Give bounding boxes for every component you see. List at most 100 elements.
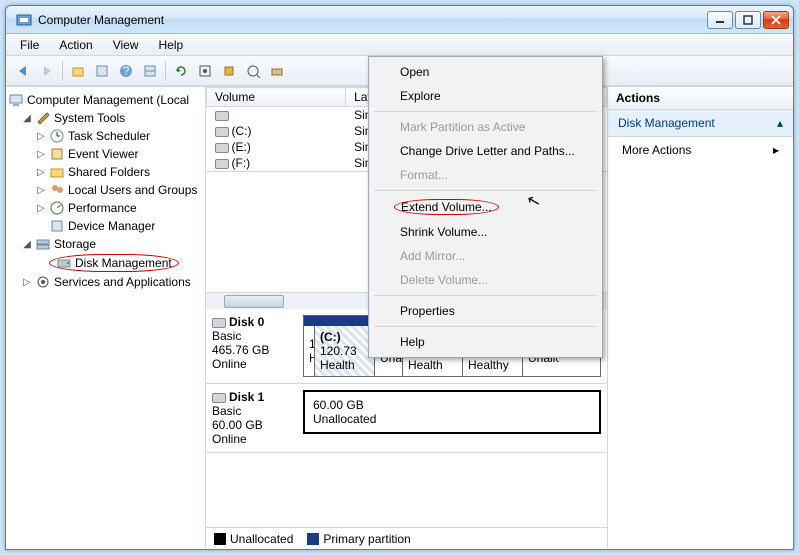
- cm-delete-volume: Delete Volume...: [372, 268, 599, 292]
- actions-pane: Actions Disk Management ▴ More Actions ▸: [608, 87, 793, 549]
- legend: Unallocated Primary partition: [206, 527, 607, 549]
- partition[interactable]: 60.00 GBUnallocated: [303, 390, 601, 434]
- collapse-icon: ▴: [777, 116, 783, 130]
- titlebar: Computer Management: [6, 6, 793, 34]
- menu-help[interactable]: Help: [151, 36, 192, 54]
- tree-local-users[interactable]: ▷ Local Users and Groups: [36, 181, 203, 199]
- settings-button[interactable]: [194, 60, 216, 82]
- actions-header: Actions: [608, 87, 793, 110]
- menu-action[interactable]: Action: [51, 36, 100, 54]
- toolbar-separator: [62, 61, 63, 81]
- cm-help[interactable]: Help: [372, 330, 599, 354]
- cm-shrink-volume[interactable]: Shrink Volume...: [372, 220, 599, 244]
- storage-icon: [35, 236, 51, 252]
- tree-label: Computer Management (Local: [27, 93, 189, 107]
- col-volume[interactable]: Volume: [207, 88, 346, 107]
- tree-performance[interactable]: ▷Performance: [36, 199, 203, 217]
- menu-file[interactable]: File: [12, 36, 47, 54]
- menu-separator: [374, 295, 597, 296]
- menu-separator: [374, 326, 597, 327]
- partition[interactable]: 1H: [304, 326, 315, 376]
- tree-label: Task Scheduler: [68, 129, 150, 143]
- disk-info: Disk 0 Basic465.76 GBOnline: [212, 315, 297, 377]
- tree-label: Event Viewer: [68, 147, 138, 161]
- services-icon: [35, 274, 51, 290]
- tree-device-manager[interactable]: Device Manager: [36, 217, 203, 235]
- action-button-2[interactable]: [242, 60, 264, 82]
- cm-properties[interactable]: Properties: [372, 299, 599, 323]
- tree-disk-management[interactable]: Disk Management: [36, 253, 203, 273]
- highlight-marker: Disk Management: [49, 254, 179, 272]
- disk-row: Disk 1 Basic60.00 GBOnline 60.00 GBUnall…: [206, 384, 607, 453]
- expand-icon[interactable]: ▷: [36, 149, 46, 160]
- expand-icon[interactable]: ▷: [36, 131, 46, 142]
- tree-event-viewer[interactable]: ▷ Event Viewer: [36, 145, 203, 163]
- collapse-icon[interactable]: ◢: [22, 239, 32, 250]
- tree-storage[interactable]: ◢ Storage: [22, 235, 203, 253]
- actions-more-label: More Actions: [622, 143, 691, 157]
- cm-change-letter[interactable]: Change Drive Letter and Paths...: [372, 139, 599, 163]
- properties-button[interactable]: [91, 60, 113, 82]
- tools-icon: [35, 110, 51, 126]
- actions-category-label: Disk Management: [618, 116, 715, 130]
- app-icon: [16, 12, 32, 28]
- tree-task-scheduler[interactable]: ▷ Task Scheduler: [36, 127, 203, 145]
- highlight-marker: Extend Volume...: [394, 199, 499, 215]
- tree-label: Device Manager: [68, 219, 155, 233]
- tree-label: Disk Management: [75, 256, 172, 270]
- collapse-icon[interactable]: ◢: [22, 113, 32, 124]
- expand-icon[interactable]: ▷: [36, 167, 46, 178]
- cm-add-mirror: Add Mirror...: [372, 244, 599, 268]
- perf-icon: [49, 200, 65, 216]
- forward-button[interactable]: [36, 60, 58, 82]
- tree-label: Local Users and Groups: [68, 183, 197, 197]
- action-button-3[interactable]: [266, 60, 288, 82]
- partition[interactable]: (C:)120.73Health: [315, 326, 375, 376]
- context-menu: Open Explore Mark Partition as Active Ch…: [368, 56, 603, 358]
- cm-mark-active: Mark Partition as Active: [372, 115, 599, 139]
- actions-category[interactable]: Disk Management ▴: [608, 110, 793, 137]
- maximize-button[interactable]: [735, 11, 761, 29]
- tree-system-tools[interactable]: ◢ System Tools: [22, 109, 203, 127]
- cm-explore[interactable]: Explore: [372, 84, 599, 108]
- scrollbar-thumb[interactable]: [224, 295, 284, 308]
- expand-icon[interactable]: ▷: [36, 203, 46, 214]
- window-title: Computer Management: [38, 13, 164, 27]
- cm-format: Format...: [372, 163, 599, 187]
- drive-icon: [215, 111, 229, 121]
- svg-text:?: ?: [123, 64, 130, 78]
- clock-icon: [49, 128, 65, 144]
- tree-label: System Tools: [54, 111, 125, 125]
- disk-icon: [56, 255, 72, 271]
- disk-info: Disk 1 Basic60.00 GBOnline: [212, 390, 297, 446]
- refresh-button[interactable]: [170, 60, 192, 82]
- toolbar-separator: [165, 61, 166, 81]
- drive-icon: [215, 127, 229, 137]
- tree-root[interactable]: Computer Management (Local: [8, 91, 203, 109]
- navigation-tree: Computer Management (Local ◢ System Tool…: [6, 87, 206, 549]
- minimize-button[interactable]: [707, 11, 733, 29]
- action-button-1[interactable]: [218, 60, 240, 82]
- tree-label: Storage: [54, 237, 96, 251]
- up-button[interactable]: [67, 60, 89, 82]
- expand-icon[interactable]: ▷: [36, 185, 46, 196]
- tree-shared-folders[interactable]: ▷ Shared Folders: [36, 163, 203, 181]
- users-icon: [49, 182, 65, 198]
- window-controls: [707, 11, 789, 29]
- view-button[interactable]: [139, 60, 161, 82]
- tree-label: Services and Applications: [54, 275, 191, 289]
- tree-services[interactable]: ▷ Services and Applications: [22, 273, 203, 291]
- cm-open[interactable]: Open: [372, 60, 599, 84]
- menu-separator: [374, 190, 597, 191]
- tree-label: Shared Folders: [68, 165, 150, 179]
- menu-view[interactable]: View: [105, 36, 147, 54]
- close-button[interactable]: [763, 11, 789, 29]
- legend-primary: Primary partition: [307, 532, 410, 546]
- legend-unallocated: Unallocated: [214, 532, 293, 546]
- actions-more[interactable]: More Actions ▸: [608, 137, 793, 163]
- expand-icon[interactable]: ▷: [22, 277, 32, 288]
- back-button[interactable]: [12, 60, 34, 82]
- help-button-toolbar[interactable]: ?: [115, 60, 137, 82]
- computer-icon: [8, 92, 24, 108]
- cm-extend-volume[interactable]: Extend Volume...: [372, 194, 599, 220]
